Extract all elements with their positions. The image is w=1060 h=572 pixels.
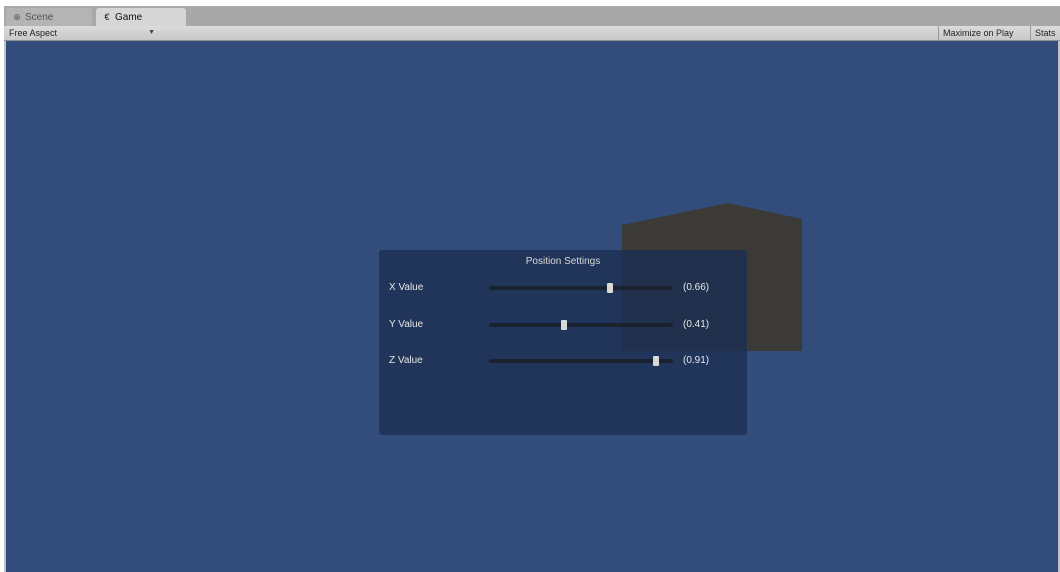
- slider-row-y: Y Value (0.41): [379, 317, 747, 333]
- chevron-down-icon: ▼: [148, 29, 155, 36]
- game-icon: €: [104, 12, 110, 22]
- stats-button[interactable]: Stats: [1030, 26, 1060, 40]
- game-viewport[interactable]: Position Settings X Value (0.66) Y Value…: [6, 41, 1058, 572]
- z-value-readout: (0.91): [683, 355, 710, 366]
- x-value-slider-handle[interactable]: [607, 283, 614, 293]
- z-value-slider[interactable]: [489, 356, 673, 366]
- scene-icon: ⊕: [13, 12, 21, 22]
- slider-row-x: X Value (0.66): [379, 280, 747, 296]
- y-value-slider[interactable]: [489, 320, 673, 330]
- slider-row-z: Z Value (0.91): [379, 353, 747, 369]
- aspect-dropdown[interactable]: Free Aspect ▼: [7, 26, 157, 40]
- position-settings-panel: Position Settings X Value (0.66) Y Value…: [379, 250, 747, 435]
- game-toolbar: Free Aspect ▼ Maximize on Play Stats: [4, 26, 1060, 41]
- maximize-on-play-button[interactable]: Maximize on Play: [938, 26, 1030, 40]
- y-value-label: Y Value: [389, 319, 424, 330]
- tab-scene[interactable]: ⊕ Scene: [6, 8, 92, 26]
- z-value-slider-handle[interactable]: [653, 356, 660, 366]
- y-value-slider-handle[interactable]: [561, 320, 568, 330]
- z-value-label: Z Value: [389, 355, 423, 366]
- x-value-slider[interactable]: [489, 283, 673, 293]
- aspect-label: Free Aspect: [9, 28, 58, 38]
- tab-bar: ⊕ Scene € Game: [4, 6, 1060, 26]
- tab-game[interactable]: € Game: [96, 8, 186, 26]
- y-value-readout: (0.41): [683, 319, 710, 330]
- tab-game-label: Game: [115, 12, 143, 23]
- tab-scene-label: Scene: [25, 12, 54, 23]
- editor-window: ⊕ Scene € Game Free Aspect ▼ Maximize on P…: [4, 6, 1060, 572]
- x-value-label: X Value: [389, 282, 424, 293]
- panel-title: Position Settings: [525, 256, 601, 267]
- x-value-readout: (0.66): [683, 282, 710, 293]
